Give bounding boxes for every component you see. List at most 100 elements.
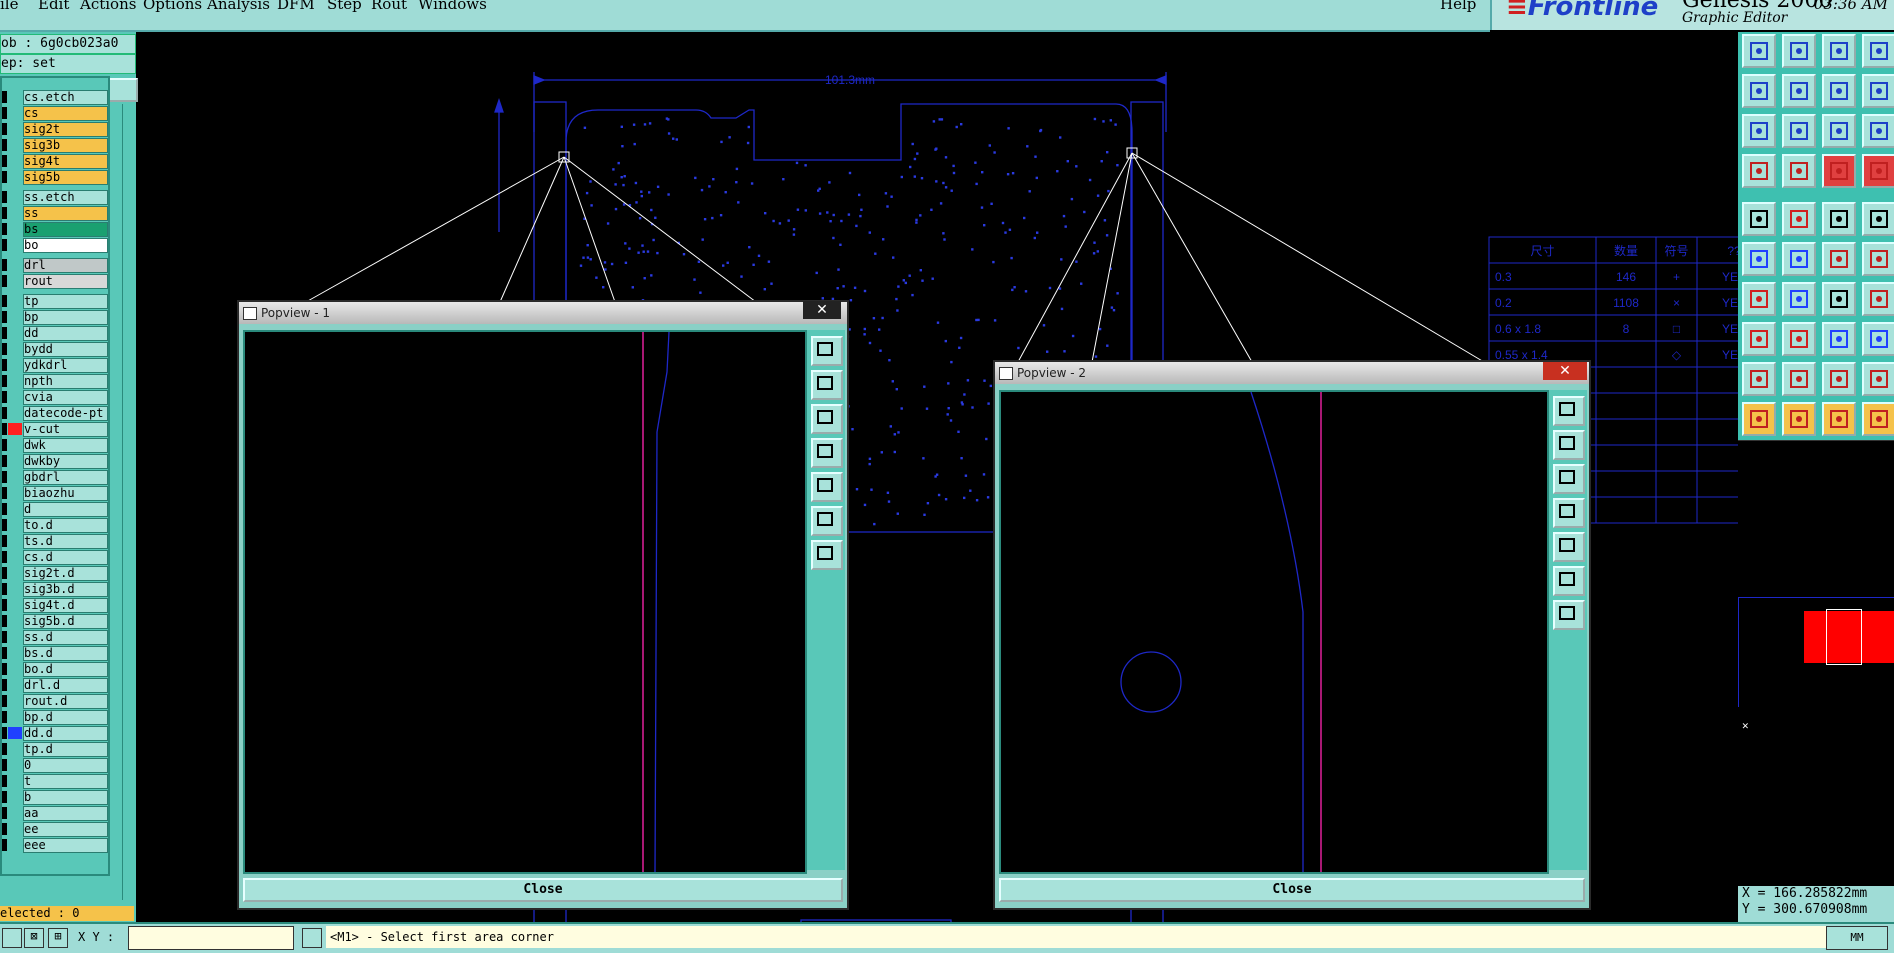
tool-button-icon[interactable] <box>1742 242 1776 276</box>
layer-row[interactable]: bo <box>2 238 108 253</box>
layer-row[interactable]: datecode-pt <box>2 406 108 421</box>
layer-row[interactable]: tp <box>2 294 108 309</box>
layer-row[interactable]: dwkby <box>2 454 108 469</box>
popview-tool-icon[interactable] <box>1553 464 1585 494</box>
menu-edit[interactable]: Edit <box>38 0 69 13</box>
tool-button-icon[interactable] <box>1862 282 1894 316</box>
close-icon[interactable]: ✕ <box>1543 362 1587 380</box>
layer-checkbox[interactable] <box>2 519 7 531</box>
tool-button-icon[interactable] <box>1862 242 1894 276</box>
tool-button-icon[interactable] <box>1782 242 1816 276</box>
tool-button-icon[interactable] <box>1782 34 1816 68</box>
layer-row[interactable]: cvia <box>2 390 108 405</box>
tool-button-icon[interactable] <box>1742 34 1776 68</box>
layer-row[interactable]: ts.d <box>2 534 108 549</box>
layer-checkbox[interactable] <box>2 471 7 483</box>
tool-button-icon[interactable] <box>1742 282 1776 316</box>
tool-button-icon[interactable] <box>1782 362 1816 396</box>
layer-row[interactable]: bydd <box>2 342 108 357</box>
layer-row[interactable]: sig3b.d <box>2 582 108 597</box>
tool-button-icon[interactable] <box>1862 34 1894 68</box>
tool-button-icon[interactable] <box>1862 362 1894 396</box>
layer-checkbox[interactable] <box>2 259 7 271</box>
layer-row[interactable]: drl <box>2 258 108 273</box>
tool-button-icon[interactable] <box>1862 202 1894 236</box>
layer-checkbox[interactable] <box>2 583 7 595</box>
status-toggle-icon[interactable] <box>302 928 322 948</box>
layer-checkbox[interactable] <box>2 155 7 167</box>
layer-checkbox[interactable] <box>2 727 7 739</box>
popview-tool-icon[interactable] <box>811 336 843 366</box>
menu-rout[interactable]: Rout <box>371 0 407 13</box>
layer-checkbox[interactable] <box>2 743 7 755</box>
tool-button-icon[interactable] <box>1742 74 1776 108</box>
layer-row[interactable]: dd.d <box>2 726 108 741</box>
popview-2-close-button[interactable]: Close <box>999 878 1585 902</box>
layer-row[interactable]: tp.d <box>2 742 108 757</box>
layer-checkbox[interactable] <box>2 191 7 203</box>
layer-checkbox[interactable] <box>2 823 7 835</box>
layer-row[interactable]: aa <box>2 806 108 821</box>
layer-row[interactable]: ydkdrl <box>2 358 108 373</box>
tool-button-icon[interactable] <box>1822 202 1856 236</box>
layer-checkbox[interactable] <box>2 599 7 611</box>
status-tool-2-icon[interactable]: ⊠ <box>24 928 44 948</box>
menu-dfm[interactable]: DFM <box>277 0 315 13</box>
layer-checkbox[interactable] <box>2 91 7 103</box>
popview-tool-icon[interactable] <box>1553 498 1585 528</box>
layer-checkbox[interactable] <box>2 775 7 787</box>
layer-checkbox[interactable] <box>2 239 7 251</box>
layer-row[interactable]: d <box>2 502 108 517</box>
menu-actions[interactable]: Actions <box>80 0 136 13</box>
tool-button-icon[interactable] <box>1822 74 1856 108</box>
layer-row[interactable]: sig4t <box>2 154 108 169</box>
tool-button-icon[interactable] <box>1782 202 1816 236</box>
layer-checkbox[interactable] <box>2 439 7 451</box>
layer-row[interactable]: dd <box>2 326 108 341</box>
tool-button-icon[interactable] <box>1862 402 1894 436</box>
tool-button-icon[interactable] <box>1782 74 1816 108</box>
tool-button-icon[interactable] <box>1782 114 1816 148</box>
layer-row[interactable]: cs <box>2 106 108 121</box>
tool-button-icon[interactable] <box>1862 74 1894 108</box>
layer-checkbox[interactable] <box>2 391 7 403</box>
popview-tool-icon[interactable] <box>811 370 843 400</box>
layer-checkbox[interactable] <box>2 407 7 419</box>
popview-tool-icon[interactable] <box>811 404 843 434</box>
popview-1-close-button[interactable]: Close <box>243 878 843 902</box>
layer-row[interactable]: bp <box>2 310 108 325</box>
menu-file[interactable]: ile <box>0 0 18 13</box>
layer-checkbox[interactable] <box>2 791 7 803</box>
layer-checkbox[interactable] <box>2 695 7 707</box>
layer-checkbox[interactable] <box>2 503 7 515</box>
layer-checkbox[interactable] <box>2 171 7 183</box>
layer-row[interactable]: eee <box>2 838 108 853</box>
layer-checkbox[interactable] <box>2 455 7 467</box>
layer-row[interactable]: sig2t <box>2 122 108 137</box>
tool-button-icon[interactable] <box>1822 282 1856 316</box>
layer-checkbox[interactable] <box>2 807 7 819</box>
layer-row[interactable]: rout <box>2 274 108 289</box>
close-icon[interactable]: ✕ <box>803 301 841 319</box>
tool-button-icon[interactable] <box>1862 322 1894 356</box>
layer-checkbox[interactable] <box>2 839 7 851</box>
popview-tool-icon[interactable] <box>1553 566 1585 596</box>
menu-windows[interactable]: Windows <box>418 0 487 13</box>
tool-button-icon[interactable] <box>1742 322 1776 356</box>
layer-checkbox[interactable] <box>2 567 7 579</box>
tool-button-icon[interactable] <box>1782 402 1816 436</box>
tool-button-icon[interactable] <box>1782 154 1816 188</box>
layer-checkbox[interactable] <box>2 139 7 151</box>
layer-checkbox[interactable] <box>2 759 7 771</box>
popview-1-titlebar[interactable]: Popview - 1 ✕ <box>239 301 847 324</box>
layer-row[interactable]: sig5b <box>2 170 108 185</box>
layer-checkbox[interactable] <box>2 343 7 355</box>
tool-button-icon[interactable] <box>1822 322 1856 356</box>
tool-button-icon[interactable] <box>1742 402 1776 436</box>
tool-button-icon[interactable] <box>1782 322 1816 356</box>
layer-checkbox[interactable] <box>2 535 7 547</box>
layer-row[interactable]: sig4t.d <box>2 598 108 613</box>
layer-checkbox[interactable] <box>2 663 7 675</box>
popview-tool-icon[interactable] <box>1553 396 1585 426</box>
tool-button-icon[interactable] <box>1822 114 1856 148</box>
